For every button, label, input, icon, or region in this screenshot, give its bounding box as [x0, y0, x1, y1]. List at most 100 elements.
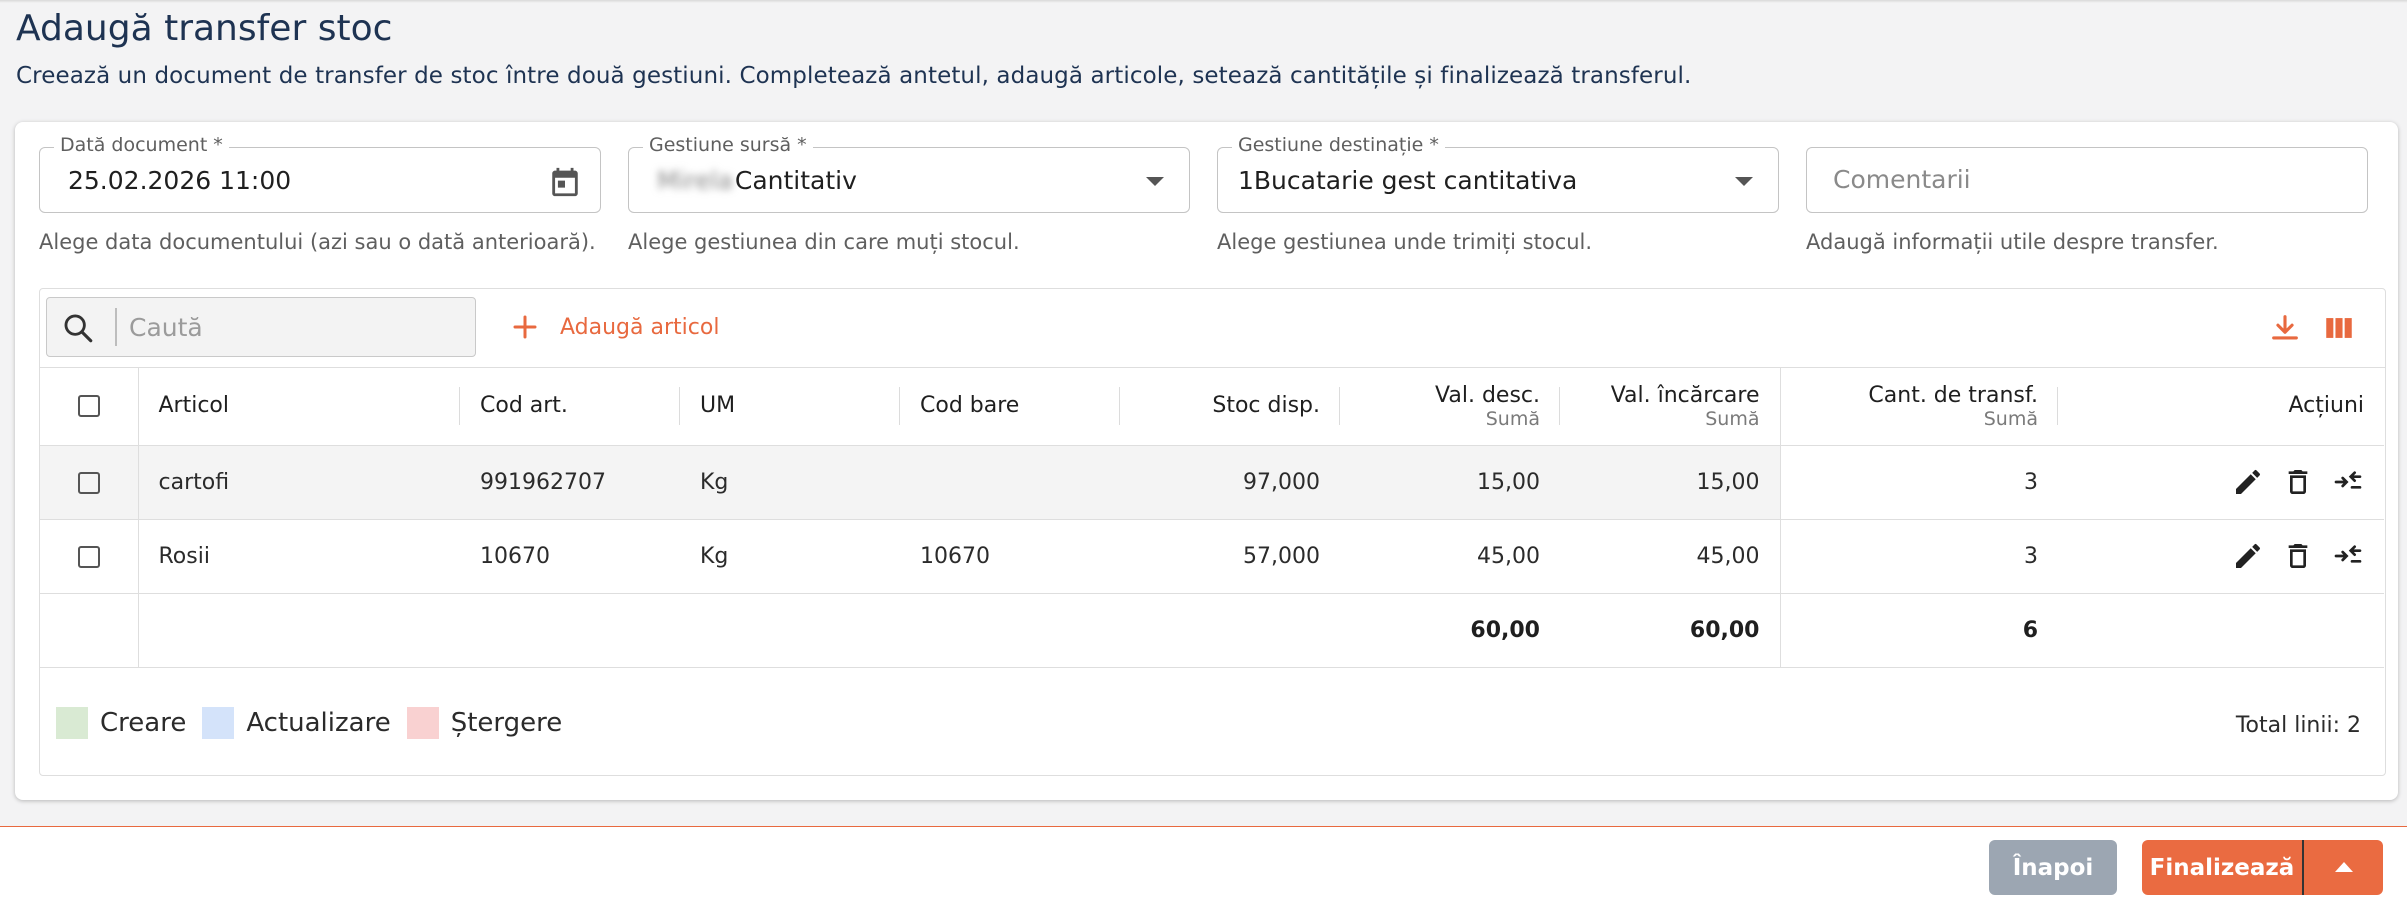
columns-icon[interactable] — [2322, 311, 2356, 345]
page-subtitle: Creează un document de transfer de stoc … — [16, 63, 1692, 89]
document-date-helper: Alege data documentului (azi sau o dată … — [39, 230, 596, 254]
totals-empty-cell — [900, 593, 1120, 668]
total-lines-count: Total linii: 2 — [2235, 713, 2361, 738]
cell-val-incarcare: 15,00 — [1560, 445, 1781, 520]
header-cod-art[interactable]: Cod art. — [460, 367, 680, 446]
search-input[interactable] — [127, 298, 461, 356]
create-swatch — [56, 707, 88, 739]
header-stoc-disp[interactable]: Stoc disp. — [1120, 367, 1340, 446]
source-warehouse-label: Gestiune sursă * — [643, 134, 813, 156]
cell-cod-art: 10670 — [460, 519, 680, 594]
cell-cant-transf[interactable]: 3 — [1780, 445, 2058, 520]
finalize-button[interactable]: Finalizează — [2142, 840, 2302, 895]
articles-table: Articol Cod art. UM Cod bare Stoc disp. … — [40, 367, 2384, 668]
chevron-down-icon[interactable] — [1735, 177, 1753, 186]
edit-icon[interactable] — [2232, 540, 2264, 572]
source-warehouse-select[interactable]: Gestiune sursă * Mirela Cantitativ — [628, 134, 1190, 213]
source-warehouse-helper: Alege gestiunea din care muți stocul. — [628, 230, 1020, 254]
cell-cod-bare: 10670 — [900, 519, 1120, 594]
cell-articol: Rosii — [138, 519, 460, 594]
legend-delete: Ștergere — [406, 707, 562, 739]
articles-grid: Adaugă articol A — [39, 288, 2386, 776]
destination-warehouse-label: Gestiune destinație * — [1232, 134, 1445, 156]
status-legend: Creare Actualizare Ștergere — [56, 707, 578, 739]
table-row[interactable]: Rosii 10670 Kg 10670 57,000 45,00 45,00 … — [40, 519, 2384, 594]
table-row[interactable]: cartofi 991962707 Kg 97,000 15,00 15,00 … — [40, 445, 2384, 520]
total-val-incarcare: 60,00 — [1560, 593, 1781, 668]
header-cod-bare[interactable]: Cod bare — [900, 367, 1120, 446]
totals-empty-cell — [1120, 593, 1340, 668]
header-cant-transf[interactable]: Cant. de transf. Sumă — [1780, 367, 2058, 446]
cell-cod-bare — [900, 445, 1120, 520]
delete-icon[interactable] — [2282, 466, 2314, 498]
select-all-cell — [40, 367, 139, 446]
edit-icon[interactable] — [2232, 466, 2264, 498]
totals-empty-cell — [2058, 593, 2384, 668]
comments-helper: Adaugă informații utile despre transfer. — [1806, 230, 2219, 254]
cell-val-incarcare: 45,00 — [1560, 519, 1781, 594]
cell-val-desc: 45,00 — [1340, 519, 1560, 594]
chevron-down-icon[interactable] — [1146, 177, 1164, 186]
plus-icon — [513, 315, 537, 339]
cell-cod-art: 991962707 — [460, 445, 680, 520]
header-articol[interactable]: Articol — [138, 367, 460, 446]
document-date-value: 25.02.2026 11:00 — [68, 166, 292, 195]
select-all-checkbox[interactable] — [77, 395, 100, 418]
destination-warehouse-value: 1Bucatarie gest cantitativa — [1238, 166, 1578, 195]
row-checkbox[interactable] — [77, 545, 100, 568]
add-article-button[interactable]: Adaugă articol — [510, 307, 719, 347]
cell-stoc-disp: 97,000 — [1120, 445, 1340, 520]
destination-warehouse-helper: Alege gestiunea unde trimiți stocul. — [1217, 230, 1593, 254]
header-um[interactable]: UM — [680, 367, 900, 446]
total-val-desc: 60,00 — [1340, 593, 1560, 668]
totals-empty-cell — [138, 593, 460, 668]
source-warehouse-name: Cantitativ — [734, 166, 857, 195]
cell-stoc-disp: 57,000 — [1120, 519, 1340, 594]
totals-empty-cell — [40, 593, 139, 668]
sum-sublabel: Sumă — [1705, 407, 1760, 430]
total-cant-transf: 6 — [1780, 593, 2058, 668]
totals-empty-cell — [460, 593, 680, 668]
cell-um: Kg — [680, 445, 900, 520]
search-box[interactable] — [46, 297, 476, 357]
legend-create: Creare — [56, 707, 186, 739]
source-warehouse-blurred-prefix: Mirela — [657, 166, 733, 195]
row-select-cell — [40, 445, 139, 520]
search-separator — [115, 308, 117, 346]
transfer-arrows-icon[interactable] — [2332, 540, 2364, 572]
header-val-desc[interactable]: Val. desc. Sumă — [1340, 367, 1560, 446]
table-header-row: Articol Cod art. UM Cod bare Stoc disp. … — [40, 367, 2384, 446]
page-title: Adaugă transfer stoc — [16, 8, 393, 49]
source-warehouse-value: Mirela Cantitativ — [657, 166, 857, 195]
sum-sublabel: Sumă — [1485, 407, 1540, 430]
comments-placeholder: Comentarii — [1833, 165, 1971, 194]
header-actiuni: Acțiuni — [2058, 367, 2384, 446]
update-swatch — [202, 707, 235, 739]
chevron-up-icon — [2335, 862, 2353, 872]
calendar-icon[interactable] — [548, 165, 582, 199]
cell-um: Kg — [680, 519, 900, 594]
finalize-options-button[interactable] — [2304, 840, 2383, 895]
footer-bar: Înapoi Finalizează — [0, 826, 2407, 910]
totals-row: 60,00 60,00 6 — [40, 593, 2384, 668]
delete-icon[interactable] — [2282, 540, 2314, 572]
totals-empty-cell — [680, 593, 900, 668]
document-date-field[interactable]: Dată document * 25.02.2026 11:00 — [39, 134, 601, 213]
destination-warehouse-select[interactable]: Gestiune destinație * 1Bucatarie gest ca… — [1217, 134, 1779, 213]
row-checkbox[interactable] — [77, 471, 100, 494]
grid-toolbar: Adaugă articol — [40, 289, 2385, 368]
delete-swatch — [406, 707, 439, 739]
header-val-incarcare[interactable]: Val. încărcare Sumă — [1560, 367, 1781, 446]
comments-field[interactable]: Comentarii — [1806, 147, 2368, 213]
transfer-form-card: Dată document * 25.02.2026 11:00 Alege d… — [15, 122, 2398, 800]
legend-update: Actualizare — [202, 707, 391, 739]
transfer-arrows-icon[interactable] — [2332, 466, 2364, 498]
top-edge — [0, 0, 2407, 3]
add-article-label: Adaugă articol — [560, 314, 720, 340]
cell-cant-transf[interactable]: 3 — [1780, 519, 2058, 594]
download-icon[interactable] — [2268, 311, 2302, 345]
document-date-label: Dată document * — [54, 134, 229, 156]
cell-actions — [2058, 445, 2384, 520]
row-select-cell — [40, 519, 139, 594]
back-button[interactable]: Înapoi — [1989, 840, 2117, 895]
